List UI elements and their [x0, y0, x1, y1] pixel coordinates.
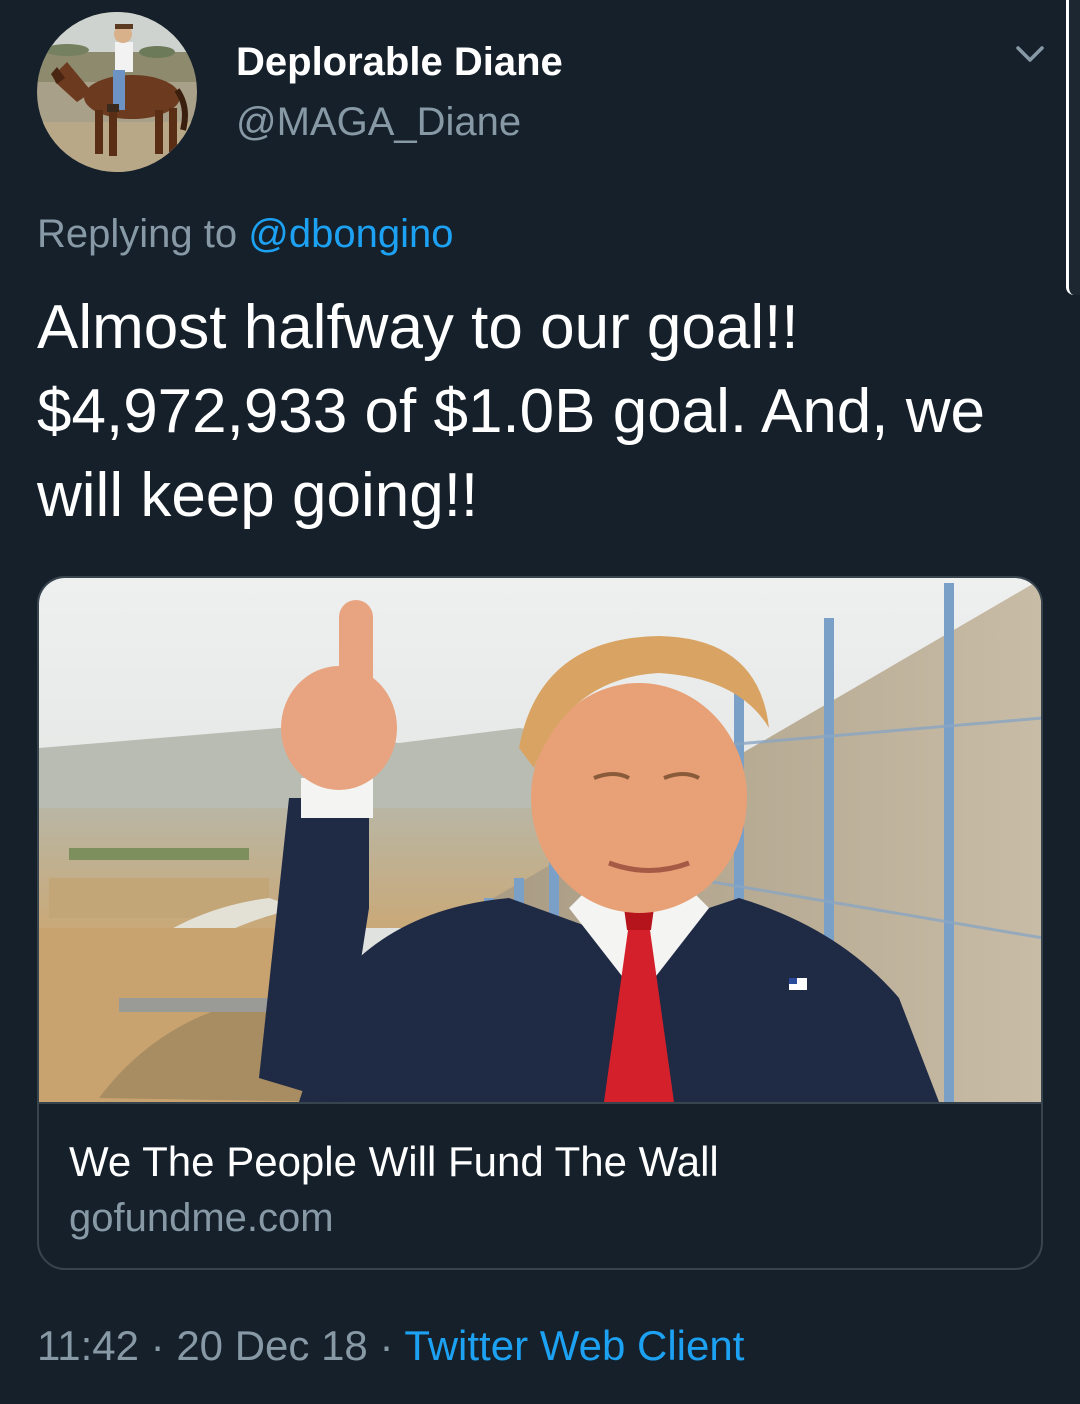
user-handle[interactable]: @MAGA_Diane [236, 100, 521, 145]
meta-separator: · [139, 1322, 177, 1369]
card-divider [39, 1102, 1041, 1104]
scrollbar[interactable] [1066, 0, 1080, 295]
meta-separator: · [367, 1322, 405, 1369]
tweet-detail: Deplorable Diane @MAGA_Diane Replying to… [0, 0, 1080, 1404]
link-card-title[interactable]: We The People Will Fund The Wall [69, 1138, 719, 1186]
tweet-source-link[interactable]: Twitter Web Client [404, 1322, 744, 1369]
reply-mention-link[interactable]: @dbongino [248, 212, 453, 256]
link-card-image[interactable] [39, 578, 1041, 1102]
replying-to-label: Replying to [37, 212, 249, 256]
tweet-meta: 11:42 · 20 Dec 18 · Twitter Web Client [37, 1322, 744, 1370]
tweet-date[interactable]: 20 Dec 18 [176, 1322, 367, 1369]
link-card[interactable]: We The People Will Fund The Wall gofundm… [37, 576, 1043, 1270]
display-name[interactable]: Deplorable Diane [236, 40, 563, 85]
tweet-text-line: will keep going!! [37, 461, 479, 530]
thumbs-up-man-border-wall-photo-icon [39, 578, 1041, 1102]
tweet-text-line: Almost halfway to our goal!! [37, 293, 799, 362]
avatar-horse-rider-icon [37, 12, 197, 172]
chevron-down-icon[interactable] [1010, 36, 1050, 72]
tweet-text-line: $4,972,933 of $1.0B goal. And, we [37, 377, 985, 446]
replying-to: Replying to @dbongino [37, 212, 453, 257]
link-card-domain[interactable]: gofundme.com [69, 1196, 334, 1241]
avatar[interactable] [37, 12, 197, 172]
tweet-time[interactable]: 11:42 [37, 1322, 139, 1369]
tweet-text: Almost halfway to our goal!! $4,972,933 … [37, 286, 1057, 538]
